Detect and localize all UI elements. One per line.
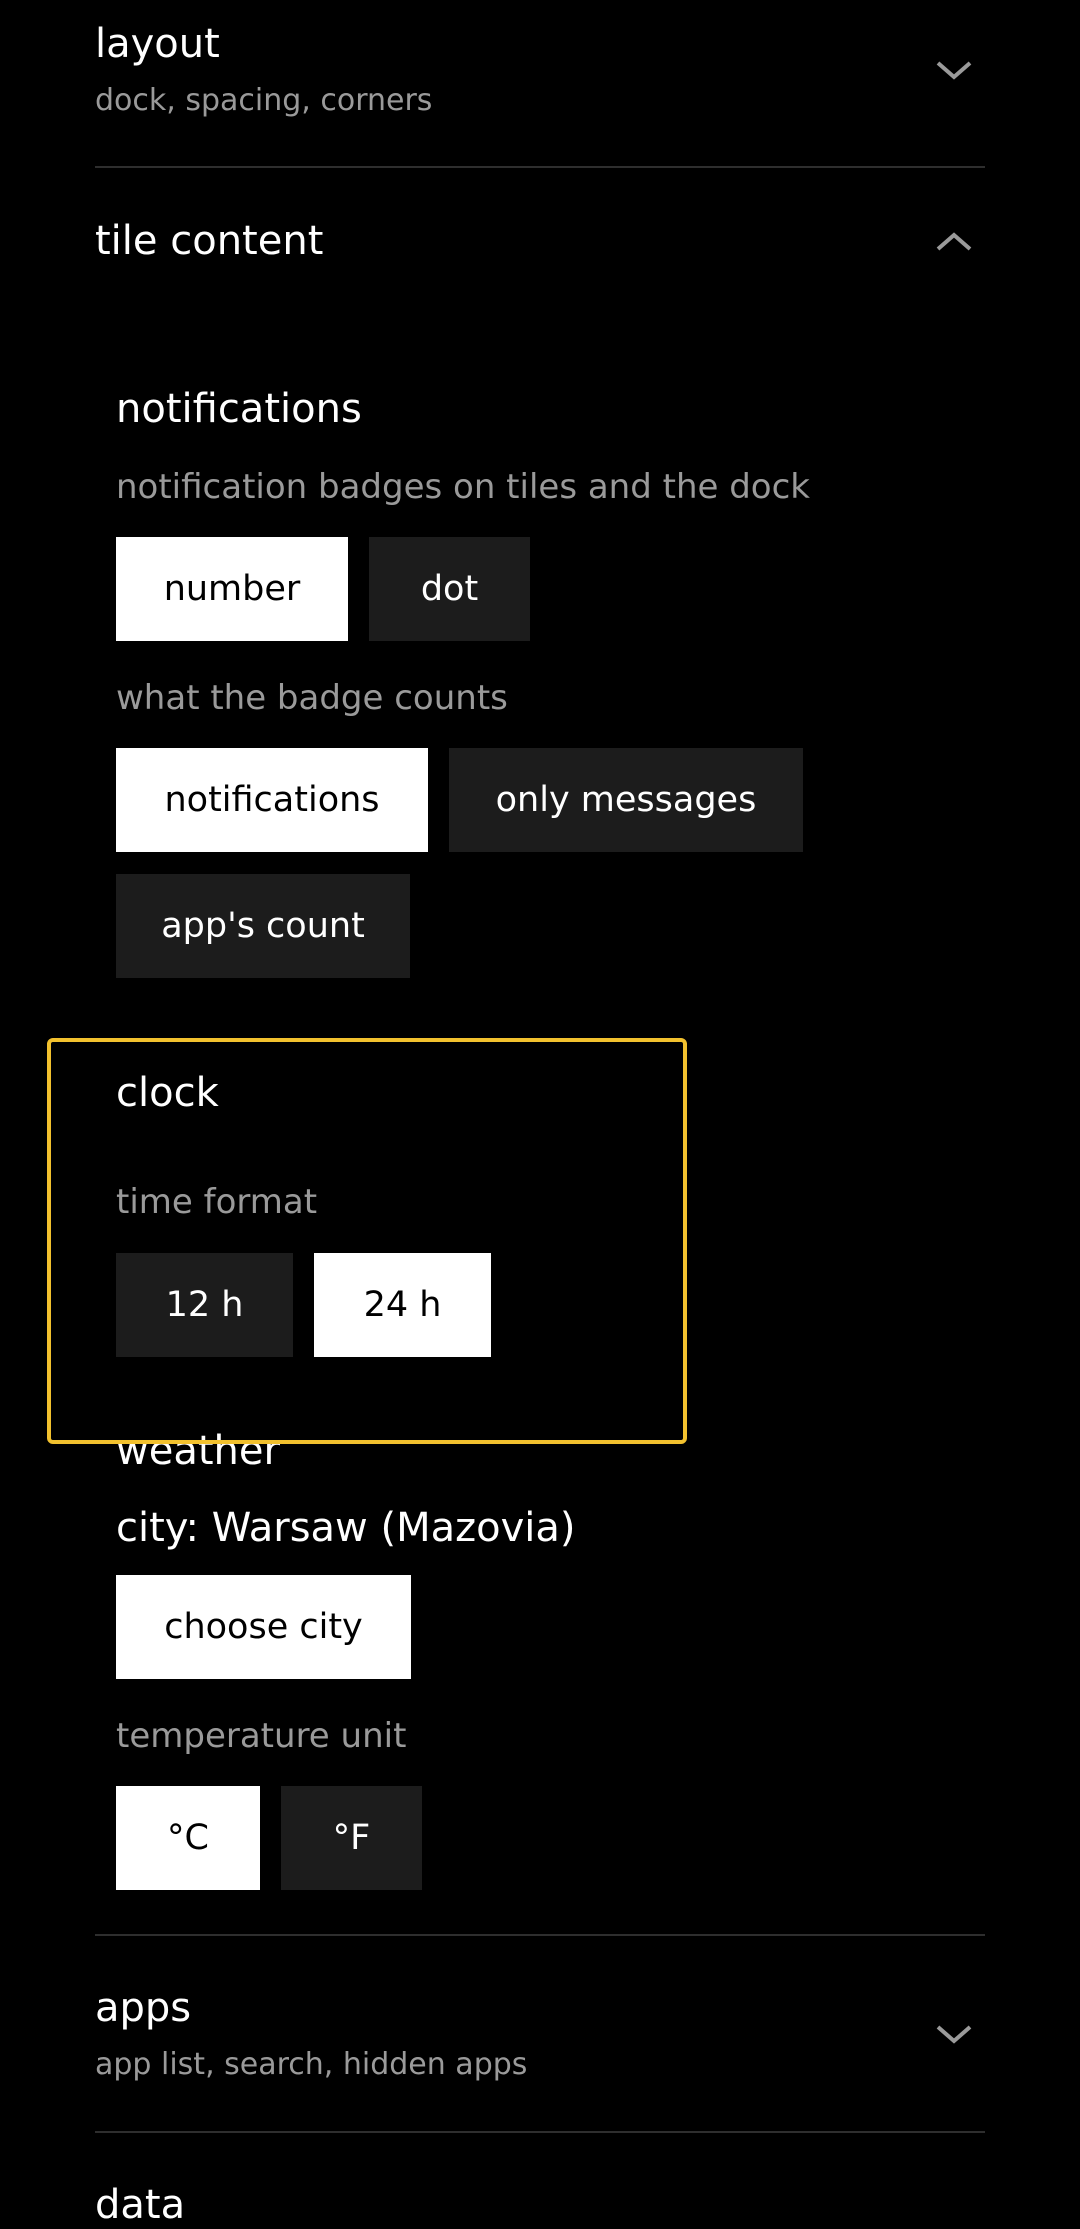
section-divider — [95, 2131, 985, 2133]
section-divider — [95, 1934, 985, 1936]
count-only-messages-option[interactable]: only messages — [449, 748, 803, 852]
tile-content-section-title[interactable]: tile content — [95, 217, 323, 265]
badge-number-option[interactable]: number — [116, 537, 348, 641]
badge-dot-option[interactable]: dot — [369, 537, 530, 641]
temperature-unit-hint: temperature unit — [116, 1716, 407, 1756]
badge-count-hint: what the badge counts — [116, 678, 508, 718]
badge-style-hint: notification badges on tiles and the doc… — [116, 467, 810, 507]
choose-city-button[interactable]: choose city — [116, 1575, 411, 1679]
apps-section-subtitle: app list, search, hidden apps — [95, 2047, 528, 2082]
layout-section-title[interactable]: layout — [95, 20, 220, 68]
chevron-down-icon[interactable] — [930, 46, 978, 94]
clock-highlight-box — [47, 1038, 687, 1444]
layout-section-subtitle: dock, spacing, corners — [95, 83, 433, 118]
section-divider — [95, 166, 985, 168]
notifications-group-title: notifications — [116, 386, 362, 432]
apps-section-title[interactable]: apps — [95, 1984, 191, 2032]
chevron-up-icon[interactable] — [930, 218, 978, 266]
unit-celsius-option[interactable]: °C — [116, 1786, 260, 1890]
weather-city-label: city: Warsaw (Mazovia) — [116, 1505, 576, 1551]
unit-fahrenheit-option[interactable]: °F — [281, 1786, 422, 1890]
count-apps-count-option[interactable]: app's count — [116, 874, 410, 978]
chevron-down-icon[interactable] — [930, 2010, 978, 2058]
count-notifications-option[interactable]: notifications — [116, 748, 428, 852]
data-section-title[interactable]: data — [95, 2181, 185, 2229]
